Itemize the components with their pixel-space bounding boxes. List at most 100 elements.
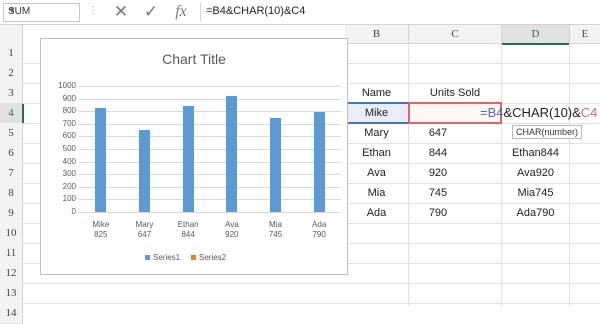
gridline <box>79 111 341 113</box>
x-axis-label: Ava 920 <box>212 220 252 240</box>
cell-name[interactable]: Ava <box>345 163 408 183</box>
y-tick-label: 500 <box>62 144 76 153</box>
column-header-e[interactable]: E <box>570 25 600 44</box>
column-header-b[interactable]: B <box>345 25 409 44</box>
ref-c4: C4 <box>580 105 598 120</box>
y-tick-label: 200 <box>62 181 76 191</box>
formula-input[interactable]: =B4&CHAR(10)&C4 <box>206 5 305 17</box>
cell-units[interactable]: 745 <box>409 183 467 203</box>
gridline <box>79 98 341 100</box>
gridline <box>79 186 341 188</box>
name-box[interactable]: SUM ▼ <box>3 3 80 22</box>
separator <box>200 3 201 21</box>
chevron-down-icon[interactable]: ▼ <box>8 6 77 15</box>
x-tick-label: Mia <box>269 220 282 229</box>
cell-result[interactable]: Ada790 <box>502 203 569 223</box>
cell-name[interactable]: Ethan <box>345 143 408 163</box>
formula-bar: SUM ▼ ⋮ ✕ ✓ fx =B4&CHAR(10)&C4 <box>0 0 600 25</box>
row-header[interactable]: 11 <box>0 243 23 264</box>
formula-operator: &CHAR(10)& <box>503 105 581 120</box>
x-tick-value: 844 <box>181 230 195 239</box>
y-tick-label: 0 <box>71 207 76 216</box>
bar-chart[interactable]: Chart Title Series1 Series2 0 100 200 300 40… <box>40 38 348 275</box>
row-header[interactable]: 12 <box>0 263 23 284</box>
cell-name[interactable]: Mia <box>345 183 408 203</box>
header-cell-name[interactable]: Name <box>345 83 408 103</box>
bar-ava[interactable] <box>226 96 238 212</box>
cell-result[interactable]: Mia745 <box>502 183 569 203</box>
cell-name[interactable]: Ada <box>345 203 408 223</box>
cell-units[interactable]: 647 <box>409 123 467 143</box>
x-tick-label: Ada <box>312 220 327 229</box>
x-tick-label: Mike <box>92 220 110 229</box>
function-tooltip[interactable]: CHAR(number) <box>512 125 583 139</box>
cell-name[interactable]: Mike <box>345 103 408 123</box>
column-header-c[interactable]: C <box>409 25 502 44</box>
y-tick-label: 700 <box>62 118 76 128</box>
x-tick-label: Ethan <box>177 220 199 229</box>
grid-line <box>22 283 600 284</box>
x-axis-label: Ada 790 <box>299 220 339 240</box>
row-header[interactable]: 7 <box>0 163 23 184</box>
bar-mia[interactable] <box>270 118 281 212</box>
chart-title[interactable]: Chart Title <box>41 51 347 67</box>
legend-label-series2: Series2 <box>199 253 227 262</box>
y-tick-label: 800 <box>62 106 76 116</box>
x-tick-value: 647 <box>137 230 152 239</box>
y-tick-label: 400 <box>62 156 76 166</box>
y-tick-label: 1000 <box>58 81 76 90</box>
ref-b4: =B4 <box>480 105 504 120</box>
in-cell-editor[interactable]: =B4&CHAR(10)&C4 <box>480 105 597 120</box>
row-header[interactable]: 8 <box>0 183 23 204</box>
gridline <box>79 86 341 87</box>
row-header[interactable]: 6 <box>0 143 23 164</box>
row-header[interactable]: 5 <box>0 123 23 144</box>
cell-units[interactable]: 920 <box>409 163 467 183</box>
x-axis-label: Mia 745 <box>256 220 296 240</box>
row-header[interactable]: 2 <box>0 63 23 84</box>
select-all-corner[interactable] <box>0 25 23 44</box>
row-header[interactable]: 3 <box>0 83 23 104</box>
x-tick-value: 920 <box>225 230 239 239</box>
bar-mike[interactable] <box>95 108 107 212</box>
row-header[interactable]: 10 <box>0 223 23 244</box>
x-tick-label: Mary <box>135 220 154 229</box>
gridline <box>79 123 341 125</box>
cell-result[interactable]: Ethan844 <box>502 143 569 163</box>
cell-result[interactable]: Ava920 <box>502 163 569 183</box>
cell-units[interactable]: 844 <box>409 143 467 163</box>
cancel-icon[interactable]: ✕ <box>110 2 132 22</box>
gridline <box>79 212 341 213</box>
cell-name[interactable]: Mary <box>345 123 408 143</box>
more-icon: ⋮ <box>88 5 98 16</box>
check-icon[interactable]: ✓ <box>140 2 162 22</box>
header-cell-units[interactable]: Units Sold <box>409 83 501 103</box>
bar-ada[interactable] <box>313 112 325 212</box>
y-tick-label: 300 <box>62 169 76 179</box>
legend-swatch-series2 <box>191 255 196 261</box>
row-header[interactable]: 13 <box>0 283 23 304</box>
row-header[interactable]: 14 <box>0 303 23 324</box>
gridline <box>79 199 341 201</box>
gridline <box>79 161 341 163</box>
y-tick-label: 900 <box>62 93 76 103</box>
gridline <box>79 136 341 138</box>
row-header[interactable]: 9 <box>0 203 23 224</box>
legend-item-series2[interactable]: Series2 <box>191 253 226 262</box>
insert-function-button[interactable]: fx <box>170 2 192 22</box>
y-tick-label: 100 <box>62 194 76 204</box>
column-header-d[interactable]: D <box>502 25 570 45</box>
cell-units[interactable]: 790 <box>409 203 467 223</box>
legend-item-series1[interactable]: Series1 <box>145 253 180 262</box>
x-axis-label: Ethan 844 <box>168 220 208 240</box>
bar-ethan[interactable] <box>182 105 194 212</box>
legend-label-series1: Series1 <box>153 253 181 262</box>
legend-swatch-series1 <box>145 255 150 261</box>
x-tick-value: 790 <box>312 230 326 239</box>
bar-mary[interactable] <box>139 130 150 212</box>
x-axis-label: Mary 647 <box>125 220 165 240</box>
y-tick-label: 600 <box>62 131 76 141</box>
x-tick-value: 825 <box>94 230 108 239</box>
row-header[interactable]: 1 <box>0 43 23 64</box>
row-header-active[interactable]: 4 <box>0 103 24 124</box>
